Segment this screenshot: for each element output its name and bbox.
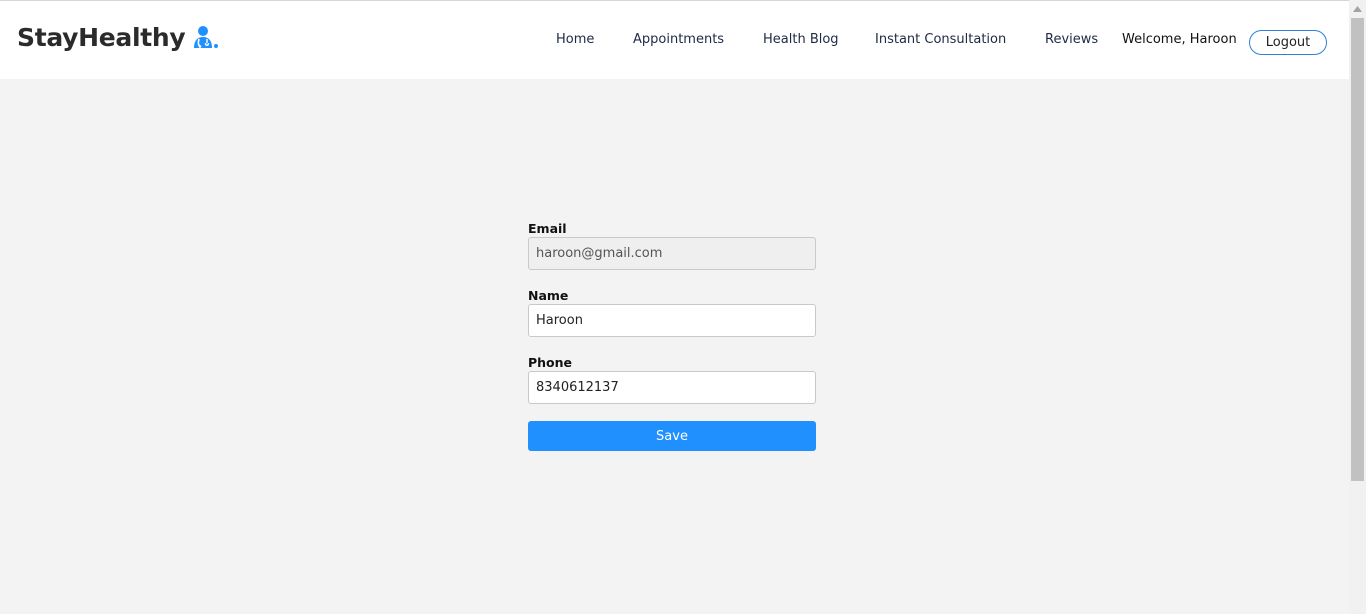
scrollbar-thumb[interactable]: [1351, 18, 1364, 481]
scroll-up-arrow-icon[interactable]: [1349, 0, 1366, 17]
profile-form: Email haroon@gmail.com Name Haroon Phone…: [528, 220, 816, 451]
welcome-text: Welcome, Haroon: [1122, 32, 1237, 47]
nav-appointments[interactable]: Appointments: [633, 32, 724, 47]
logout-button[interactable]: Logout: [1249, 30, 1327, 55]
brand[interactable]: StayHealthy: [17, 23, 219, 52]
email-label: Email: [528, 221, 567, 236]
save-button[interactable]: Save: [528, 421, 816, 451]
nav-instant-consultation[interactable]: Instant Consultation: [875, 32, 1006, 47]
phone-label: Phone: [528, 355, 573, 370]
vertical-scrollbar[interactable]: [1349, 0, 1366, 614]
name-field[interactable]: Haroon: [528, 304, 816, 337]
nav-reviews[interactable]: Reviews: [1045, 32, 1098, 47]
brand-name: StayHealthy: [17, 23, 186, 52]
name-label: Name: [528, 288, 569, 303]
phone-field[interactable]: 8340612137: [528, 371, 816, 404]
navbar: StayHealthy Home Appointments Health Blo…: [0, 1, 1349, 79]
nav-home[interactable]: Home: [556, 32, 594, 47]
nav-health-blog[interactable]: Health Blog: [763, 32, 839, 47]
doctor-icon: [191, 24, 219, 52]
email-field[interactable]: haroon@gmail.com: [528, 237, 816, 270]
